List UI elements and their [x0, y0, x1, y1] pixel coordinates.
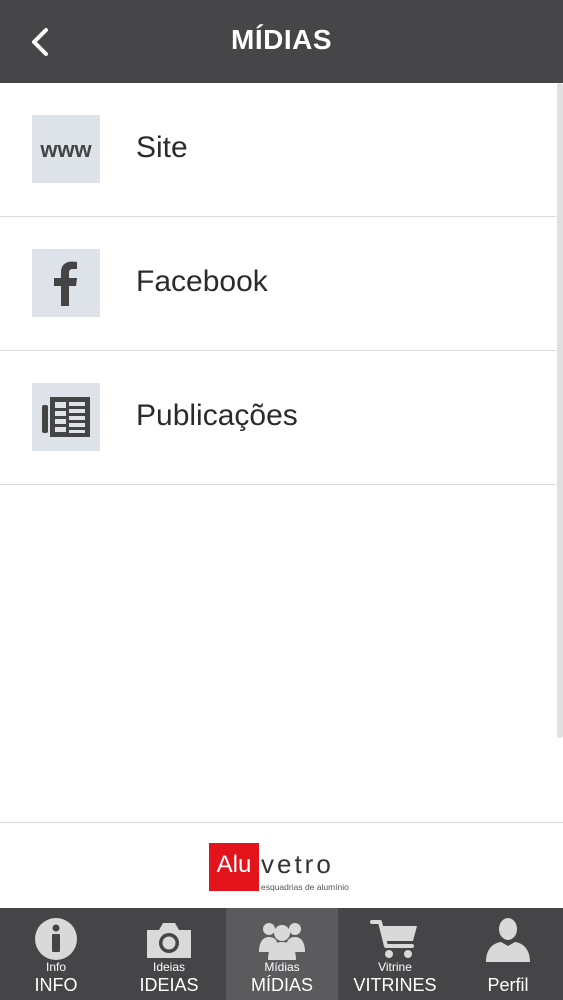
list-item-label: Facebook: [136, 265, 268, 298]
camera-icon: [147, 923, 191, 958]
logo-tagline: esquadrias de alumínio: [261, 882, 349, 892]
list-item-facebook[interactable]: Facebook: [0, 217, 556, 351]
tab-vitrines[interactable]: Vitrine VITRINES: [339, 908, 451, 1000]
tab-label: IDEIAS: [139, 975, 199, 995]
tab-ideias[interactable]: Ideias IDEIAS: [113, 908, 225, 1000]
info-icon: [35, 918, 77, 960]
tab-bar: Info INFO Ideias IDEIAS Mídias MÍDIAS Vi…: [0, 908, 563, 1000]
logo-red-block: Alu: [209, 843, 259, 891]
logo-red-text: Alu: [216, 851, 252, 878]
brand-logo: Alu vetro esquadrias de alumínio: [209, 843, 359, 893]
user-icon: [486, 918, 530, 962]
list-item-label: Publicações: [136, 399, 298, 432]
list-item-publicacoes[interactable]: Publicações: [0, 351, 556, 485]
tab-perfil[interactable]: Perfil: [452, 908, 563, 1000]
list-item-label: Site: [136, 131, 188, 164]
tab-small-label: Ideias: [152, 960, 186, 974]
tab-label: VITRINES: [353, 975, 437, 995]
tab-small-label: Info: [45, 960, 66, 974]
list-item-site[interactable]: www Site: [0, 83, 556, 217]
tab-label: Perfil: [487, 975, 529, 995]
tab-label: MÍDIAS: [250, 975, 313, 995]
tab-info[interactable]: Info INFO: [0, 908, 112, 1000]
media-list: www Site Facebook Publicações: [0, 83, 556, 485]
cart-icon: [370, 920, 417, 958]
tab-small-label: Vitrine: [378, 960, 412, 974]
tab-midias[interactable]: Mídias MÍDIAS: [226, 908, 338, 1000]
www-icon: www: [32, 115, 100, 183]
tab-label: INFO: [34, 975, 78, 995]
tab-small-label: Mídias: [264, 960, 300, 974]
group-icon: [259, 923, 305, 960]
scrollbar[interactable]: [557, 83, 563, 738]
header-bar: MÍDIAS: [0, 0, 563, 83]
www-icon-text: www: [40, 137, 92, 162]
facebook-icon: [32, 249, 100, 317]
page-title: MÍDIAS: [231, 24, 332, 55]
logo-text: vetro: [261, 849, 334, 879]
newspaper-icon: [32, 383, 100, 451]
footer: Alu vetro esquadrias de alumínio: [0, 822, 563, 909]
